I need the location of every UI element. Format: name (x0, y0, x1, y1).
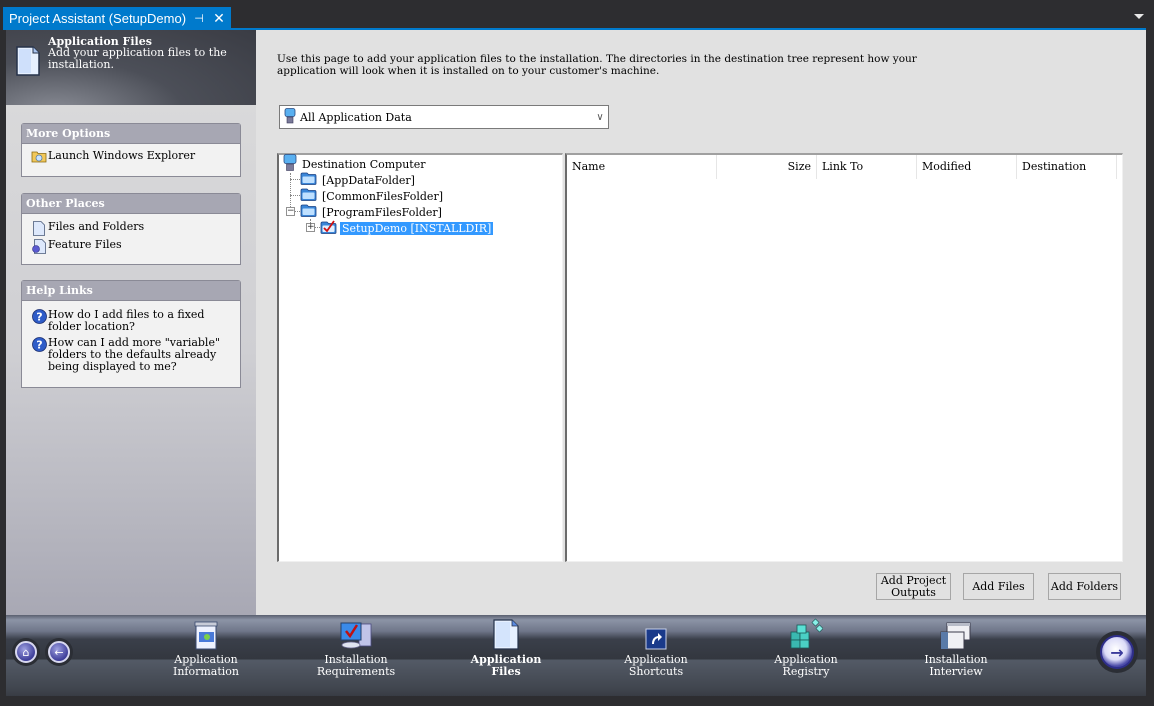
expand-icon[interactable]: + (306, 223, 315, 232)
tree-node-programfilesfolder[interactable]: [ProgramFilesFolder] (300, 204, 444, 220)
step-label: Installation Interview (924, 653, 988, 678)
dropdown-value: All Application Data (300, 110, 412, 124)
feature-file-icon (30, 239, 48, 254)
other-places-title: Other Places (22, 194, 240, 214)
tree-node-destination-computer[interactable]: Destination Computer (283, 154, 427, 174)
files-and-folders-link[interactable]: Files and Folders (30, 221, 236, 236)
step-label: Application Information (172, 653, 240, 678)
application-files-icon (493, 618, 519, 650)
page-description: Add your application files to the instal… (48, 46, 227, 71)
tree-node-setupdemo-installdir[interactable]: SetupDemo [INSTALLDIR] (320, 219, 495, 237)
installation-requirements-icon (339, 618, 373, 650)
dialog-windows-icon (940, 618, 972, 650)
help-link-fixed-folder-label: How do I add files to a fixed folder loc… (48, 308, 205, 333)
feature-files-label: Feature Files (48, 238, 122, 251)
step-label: Application Shortcuts (624, 653, 688, 678)
launch-windows-explorer-link[interactable]: Launch Windows Explorer (30, 150, 236, 163)
more-options-title: More Options (22, 124, 240, 144)
tree-node-commonfilesfolder[interactable]: [CommonFilesFolder] (300, 188, 445, 204)
step-installation-requirements[interactable]: Installation Requirements (296, 618, 416, 684)
tree-node-label: Destination Computer (302, 157, 426, 171)
application-files-icon (16, 46, 40, 79)
svg-text:?: ? (36, 339, 42, 352)
next-button[interactable]: → (1096, 631, 1138, 673)
back-button[interactable]: ← (45, 638, 73, 666)
document-tab-strip: Project Assistant (SetupDemo) ⊣ ✕ (0, 0, 1154, 30)
main-content: Use this page to add your application fi… (256, 30, 1146, 615)
application-data-dropdown[interactable]: All Application Data ∨ (279, 105, 609, 129)
tree-node-appdatafolder[interactable]: [AppDataFolder] (300, 172, 417, 188)
column-header-link-to[interactable]: Link To (817, 155, 917, 179)
launch-windows-explorer-label: Launch Windows Explorer (48, 149, 196, 162)
intro-text: Use this page to add your application fi… (277, 53, 917, 77)
folder-icon (300, 204, 317, 220)
step-application-shortcuts[interactable]: Application Shortcuts (596, 618, 716, 684)
add-files-button[interactable]: Add Files (963, 573, 1034, 600)
add-folders-button[interactable]: Add Folders (1048, 573, 1121, 600)
help-links-panel: Help Links ? How do I add files to a fix… (21, 280, 241, 388)
folder-icon (300, 188, 317, 204)
close-icon[interactable]: ✕ (211, 10, 227, 27)
help-links-title: Help Links (22, 281, 240, 301)
page-header-banner: Application Files Add your application f… (6, 30, 256, 105)
install-folder-check-icon (320, 219, 337, 237)
step-application-registry[interactable]: Application Registry (746, 618, 866, 684)
file-list[interactable]: Name Size Link To Modified Destination (565, 153, 1123, 562)
add-project-outputs-button[interactable]: Add Project Outputs (876, 573, 951, 600)
column-header-size[interactable]: Size (717, 155, 817, 179)
folder-icon (300, 172, 317, 188)
column-header-name[interactable]: Name (567, 155, 717, 179)
help-link-variable-folders[interactable]: ? How can I add more "variable" folders … (30, 337, 236, 373)
application-information-icon (193, 618, 219, 650)
tree-node-label: [AppDataFolder] (322, 173, 415, 187)
collapse-icon[interactable]: − (286, 207, 295, 216)
tab-project-assistant[interactable]: Project Assistant (SetupDemo) ⊣ ✕ (3, 7, 231, 29)
file-list-header: Name Size Link To Modified Destination (567, 155, 1117, 179)
feature-files-link[interactable]: Feature Files (30, 239, 236, 254)
step-label: Application Files (470, 653, 542, 678)
tree-node-label: [ProgramFilesFolder] (322, 205, 442, 219)
left-panel: Application Files Add your application f… (6, 30, 256, 615)
tree-node-label: SetupDemo [INSTALLDIR] (338, 220, 495, 236)
file-icon (30, 221, 48, 236)
step-application-files[interactable]: Application Files (446, 618, 566, 684)
home-button[interactable]: ⌂ (12, 638, 40, 666)
help-icon: ? (30, 337, 48, 352)
pin-icon[interactable]: ⊣ (191, 12, 207, 25)
step-label: Application Registry (774, 653, 838, 678)
computer-icon (284, 107, 296, 127)
files-and-folders-label: Files and Folders (48, 220, 145, 233)
chevron-down-icon[interactable]: ∨ (592, 112, 608, 123)
tree-node-label: [CommonFilesFolder] (322, 189, 443, 203)
column-header-destination[interactable]: Destination (1017, 155, 1117, 179)
home-icon: ⌂ (22, 645, 30, 659)
step-application-information[interactable]: Application Information (146, 618, 266, 684)
more-options-panel: More Options Launch Windows Explorer (21, 123, 241, 177)
registry-cubes-icon (789, 618, 823, 650)
computer-icon (283, 154, 297, 174)
other-places-panel: Other Places Files and Folders Feature F… (21, 193, 241, 265)
svg-text:?: ? (36, 311, 42, 324)
tab-title: Project Assistant (SetupDemo) (9, 10, 187, 26)
help-icon: ? (30, 309, 48, 324)
next-arrow-icon: → (1110, 642, 1124, 662)
step-label: Installation Requirements (316, 653, 396, 678)
folder-search-icon (30, 150, 48, 163)
destination-tree[interactable]: Destination Computer [AppDataFolder] [Co… (277, 153, 563, 562)
column-header-modified[interactable]: Modified (917, 155, 1017, 179)
help-link-variable-folders-label: How can I add more "variable" folders to… (48, 336, 221, 373)
project-assistant-frame: Application Files Add your application f… (6, 30, 1146, 696)
tab-list-dropdown-icon[interactable] (1134, 14, 1144, 19)
help-link-fixed-folder[interactable]: ? How do I add files to a fixed folder l… (30, 309, 236, 333)
step-navigation-bar: ⌂ ← Application Information Installation… (6, 615, 1146, 696)
shortcut-arrow-icon (645, 618, 667, 650)
back-arrow-icon: ← (54, 645, 64, 659)
step-installation-interview[interactable]: Installation Interview (896, 618, 1016, 684)
